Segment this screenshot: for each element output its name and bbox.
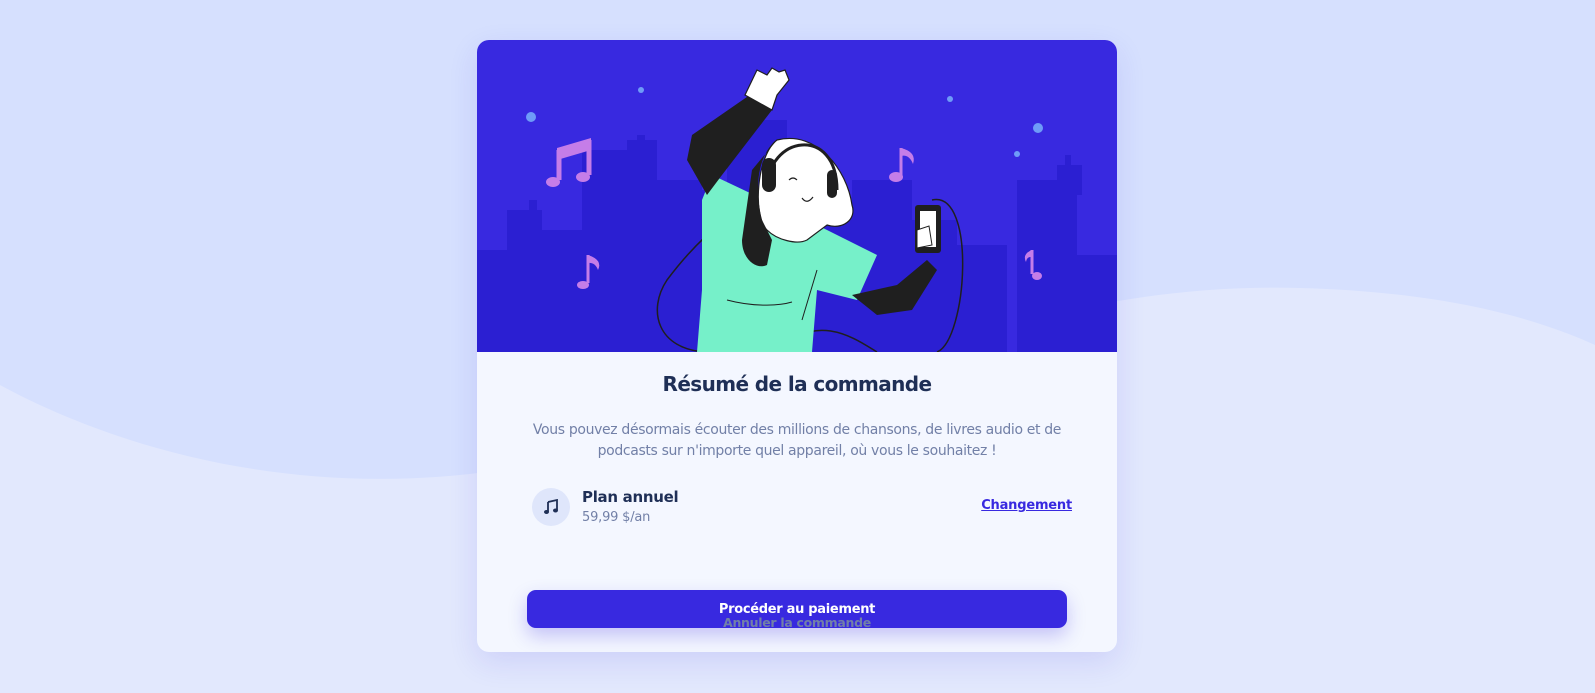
hero-illustration bbox=[477, 40, 1117, 352]
plan-row: Plan annuel 59,99 $/an Changement bbox=[532, 488, 1072, 528]
summary-content: Résumé de la commande Vous pouvez désorm… bbox=[477, 352, 1117, 652]
plan-name: Plan annuel bbox=[582, 488, 679, 506]
change-plan-link[interactable]: Changement bbox=[981, 498, 1072, 513]
page-title: Résumé de la commande bbox=[662, 372, 933, 396]
plan-price: 59,99 $/an bbox=[582, 510, 651, 525]
cancel-order-button[interactable]: Annuler la commande bbox=[477, 615, 1117, 630]
summary-description: Vous pouvez désormais écouter des millio… bbox=[532, 422, 1062, 459]
music-note-icon bbox=[532, 488, 570, 526]
order-summary-card: Résumé de la commande Vous pouvez désorm… bbox=[477, 40, 1117, 652]
